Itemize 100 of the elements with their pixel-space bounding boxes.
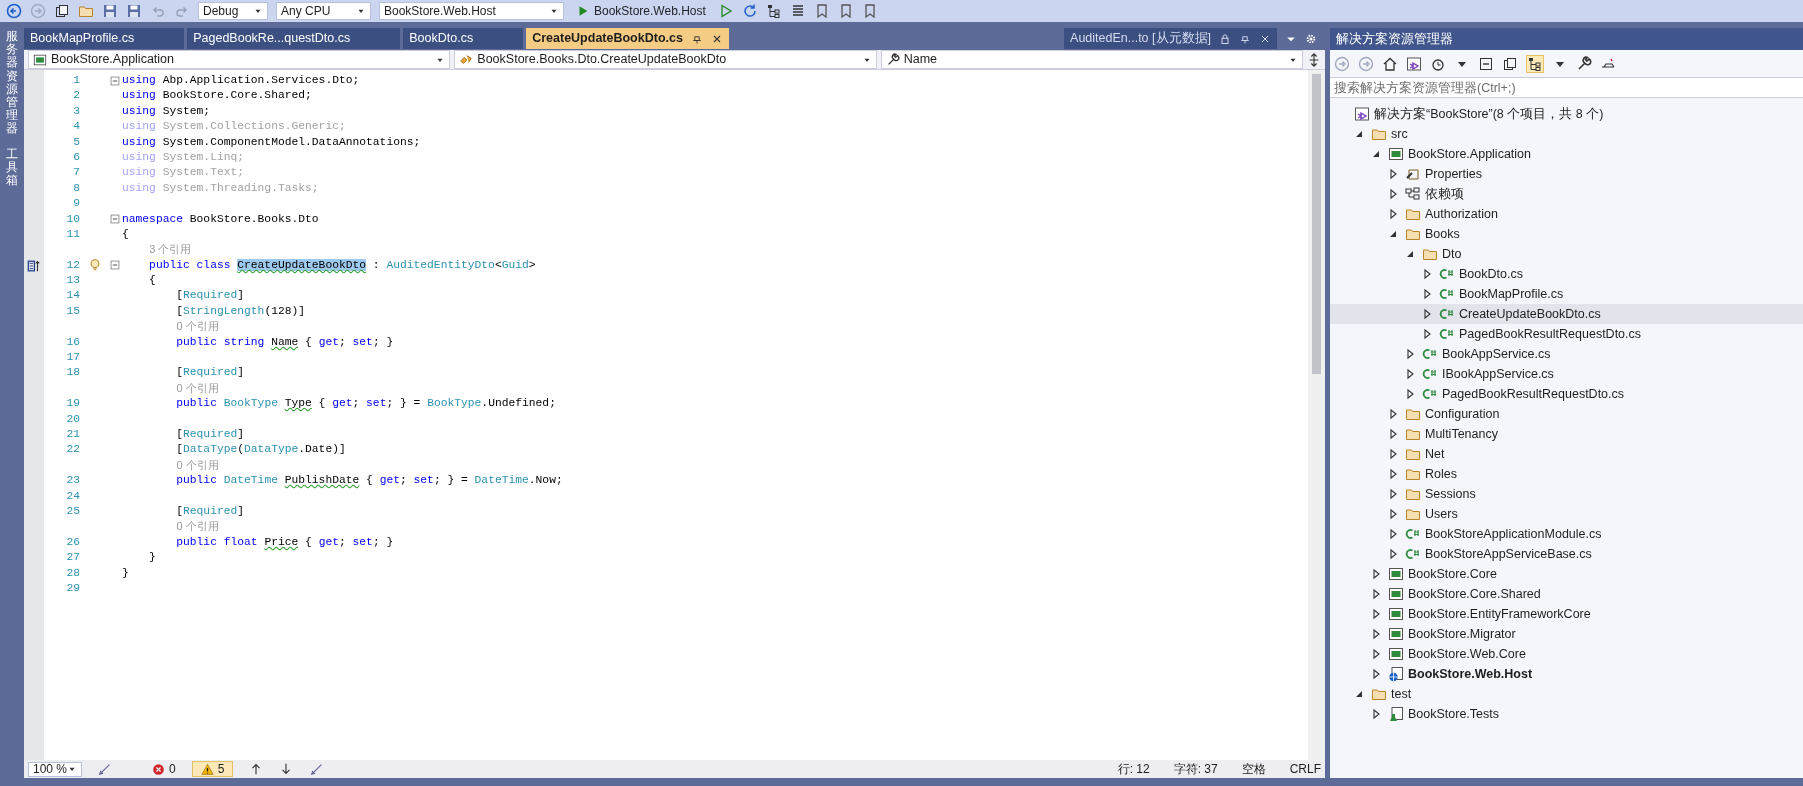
split-icon[interactable] bbox=[1307, 52, 1321, 67]
toggle-button[interactable] bbox=[1526, 54, 1544, 73]
folder-icon bbox=[1405, 426, 1421, 442]
code-line: using System; bbox=[122, 103, 211, 119]
tree-item[interactable]: test bbox=[1330, 684, 1803, 704]
tree-item[interactable]: BookStore.Web.Core bbox=[1330, 644, 1803, 664]
tree-item[interactable]: Sessions bbox=[1330, 484, 1803, 504]
column-position[interactable]: 字符: 37 bbox=[1173, 760, 1218, 778]
code-line: } bbox=[122, 565, 129, 581]
collapse-all-icon[interactable] bbox=[1478, 55, 1494, 72]
tree-item[interactable]: BookStoreApplicationModule.cs bbox=[1330, 524, 1803, 544]
search-field[interactable]: 搜索解决方案资源管理器(Ctrl+;) bbox=[1330, 77, 1803, 98]
project-icon bbox=[1388, 646, 1404, 662]
warning-count[interactable]: 5 bbox=[191, 761, 234, 777]
code-line: using System.Threading.Tasks; bbox=[122, 180, 319, 196]
tree-item[interactable]: Authorization bbox=[1330, 204, 1803, 224]
preview-tab[interactable]: AuditedEn...to [从元数据] bbox=[1064, 28, 1277, 49]
tree-item[interactable]: BookAppService.cs bbox=[1330, 344, 1803, 364]
code-file-icon bbox=[1422, 386, 1438, 402]
new-item-icon[interactable] bbox=[54, 3, 70, 19]
code-line: } bbox=[148, 550, 156, 566]
line-position[interactable]: 行: 12 bbox=[1117, 760, 1150, 778]
open-folder-icon bbox=[1371, 126, 1387, 142]
error-count[interactable]: 0 bbox=[152, 760, 176, 778]
tree-item[interactable]: MultiTenancy bbox=[1330, 424, 1803, 444]
line-number: 17 bbox=[66, 351, 80, 364]
tool-window-tab[interactable]: 服务器资源管理器 bbox=[6, 30, 18, 136]
tree-item[interactable]: Users bbox=[1330, 504, 1803, 524]
zoom-dropdown[interactable]: 100 % bbox=[28, 761, 82, 777]
back-icon[interactable] bbox=[6, 3, 22, 19]
lightbulb-icon[interactable] bbox=[88, 258, 102, 273]
code-file-icon bbox=[1439, 326, 1455, 342]
code-line: using BookStore.Core.Shared; bbox=[122, 88, 312, 104]
startup-project-dropdown[interactable]: BookStore.Web.Host bbox=[379, 2, 564, 20]
project-dropdown[interactable]: BookStore.Application bbox=[28, 50, 451, 69]
code-file-icon bbox=[1405, 546, 1421, 562]
open-folder-icon bbox=[1422, 246, 1438, 262]
hierarchy-icon bbox=[1527, 55, 1543, 72]
tree-item[interactable]: BookStore.EntityFrameworkCore bbox=[1330, 604, 1803, 624]
tree-item[interactable]: IBookAppService.cs bbox=[1330, 364, 1803, 384]
tree-item[interactable]: PagedBookResultRequestDto.cs bbox=[1330, 324, 1803, 344]
tree-item[interactable]: Configuration bbox=[1330, 404, 1803, 424]
tree-item[interactable]: 依赖项 bbox=[1330, 184, 1803, 204]
tree-item[interactable]: BookStore.Migrator bbox=[1330, 624, 1803, 644]
tree-item[interactable]: PagedBookResultRequestDto.cs bbox=[1330, 384, 1803, 404]
line-number: 22 bbox=[66, 443, 80, 456]
tree-item[interactable]: BookStore.Core.Shared bbox=[1330, 584, 1803, 604]
tree-item[interactable]: BookMapProfile.cs bbox=[1330, 284, 1803, 304]
configuration-dropdown[interactable]: Debug bbox=[198, 2, 268, 20]
tree-item[interactable]: CreateUpdateBookDto.cs bbox=[1330, 304, 1803, 324]
editor-tab[interactable]: CreateUpdateBookDto.cs bbox=[526, 28, 729, 49]
code-file-icon bbox=[1405, 526, 1421, 542]
refresh-icon[interactable] bbox=[741, 3, 758, 19]
code-line: [Required] bbox=[175, 365, 245, 381]
tool-window-tab[interactable]: 工具箱 bbox=[6, 147, 18, 188]
tree-item[interactable]: BookDto.cs bbox=[1330, 264, 1803, 284]
code-line: [StringLength(128)] bbox=[175, 303, 306, 319]
editor-tab[interactable]: BookMapProfile.cs bbox=[24, 28, 185, 49]
code-file-icon bbox=[1439, 266, 1455, 282]
settings-icon[interactable] bbox=[1305, 32, 1317, 45]
tree-item[interactable]: Dto bbox=[1330, 244, 1803, 264]
code-line: public class CreateUpdateBookDto : AuditedEntityDto<Guid> bbox=[148, 257, 536, 273]
scrollbar[interactable] bbox=[1308, 70, 1325, 760]
member-dropdown[interactable]: Name bbox=[880, 50, 1303, 69]
hierarchy-icon[interactable] bbox=[765, 3, 782, 19]
project-icon bbox=[1388, 566, 1404, 582]
tree-item[interactable]: Properties bbox=[1330, 164, 1803, 184]
home-icon[interactable] bbox=[1382, 55, 1398, 72]
tree-item[interactable]: BookStore.Core bbox=[1330, 564, 1803, 584]
solution-icon[interactable] bbox=[1406, 55, 1422, 72]
tree-item[interactable]: BookStore.Application bbox=[1330, 144, 1803, 164]
tree-item[interactable]: BookStore.Tests bbox=[1330, 704, 1803, 724]
line-number: 12 bbox=[66, 258, 80, 271]
indent-mode[interactable]: 空格 bbox=[1241, 760, 1266, 778]
editor-tab[interactable]: BookDto.cs bbox=[403, 28, 524, 49]
code-file-icon bbox=[1422, 346, 1438, 362]
line-ending[interactable]: CRLF bbox=[1289, 760, 1321, 778]
tree-item[interactable]: src bbox=[1330, 124, 1803, 144]
dropdown-value: BookStore.Application bbox=[51, 51, 175, 69]
type-dropdown[interactable]: BookStore.Books.Dto.CreateUpdateBookDto bbox=[454, 50, 877, 69]
line-number: 24 bbox=[66, 489, 80, 502]
save-all-icon[interactable] bbox=[126, 3, 142, 19]
quick-actions-icon[interactable] bbox=[27, 258, 41, 273]
tree-item[interactable]: BookStoreAppServiceBase.cs bbox=[1330, 544, 1803, 564]
save-icon[interactable] bbox=[102, 3, 118, 19]
run-button[interactable]: BookStore.Web.Host bbox=[572, 2, 710, 20]
code-line: { bbox=[148, 273, 156, 289]
editor-tab[interactable]: PagedBookRe...questDto.cs bbox=[187, 28, 401, 49]
tree-item[interactable]: BookStore.Web.Host bbox=[1330, 664, 1803, 684]
error-icon bbox=[152, 762, 165, 776]
folder-icon bbox=[1405, 506, 1421, 522]
line-number: 5 bbox=[73, 135, 80, 148]
tree-item[interactable]: 解决方案“BookStore”(8 个项目，共 8 个) bbox=[1330, 104, 1803, 124]
tree-item[interactable]: Net bbox=[1330, 444, 1803, 464]
line-number: 23 bbox=[66, 474, 80, 487]
tree-item[interactable]: Roles bbox=[1330, 464, 1803, 484]
copies-icon[interactable] bbox=[1502, 55, 1518, 72]
tree-item[interactable]: Books bbox=[1330, 224, 1803, 244]
platform-dropdown[interactable]: Any CPU bbox=[276, 2, 371, 20]
line-number: 10 bbox=[66, 212, 80, 225]
